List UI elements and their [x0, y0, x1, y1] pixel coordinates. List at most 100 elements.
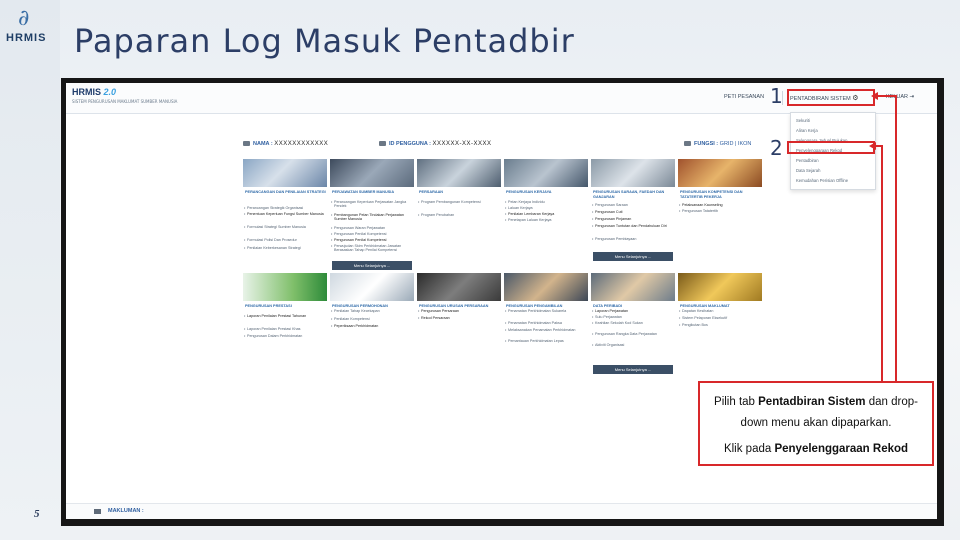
list-item[interactable]: Penamatan Perkhidmatan Paksa	[505, 321, 586, 326]
fungsi-ikon-link[interactable]: IKON	[738, 141, 751, 147]
dropdown-item-data-sejarah[interactable]: Data Sejarah	[796, 168, 820, 173]
list-item[interactable]: Pengurusan Pinjaman	[592, 217, 673, 222]
list-item[interactable]: Penamatan Perkhidmatan Sukarela	[505, 309, 586, 314]
tile-image	[417, 159, 501, 187]
list-item[interactable]: Program Pembangunan Kompetensi	[418, 200, 499, 205]
list-item[interactable]: Pengurusan Penilai Kompetensi	[331, 238, 412, 243]
tile-prestasi[interactable]: PENGURUSAN PRESTASI Laporan Penilaian Pr…	[243, 273, 327, 378]
left-strip	[0, 0, 60, 540]
list-item[interactable]: Pelaksanaan Kaunseling	[679, 203, 760, 208]
arrow-head-icon	[869, 142, 876, 150]
dropdown-item-pentadbiran[interactable]: Pentadbiran	[796, 158, 819, 163]
tile-kompetensi[interactable]: PENGURUSAN KOMPETENSI DAN TATATERTIB PEK…	[678, 159, 762, 269]
list-item[interactable]: Perancangan Strategik Organisasi	[244, 206, 325, 211]
dropdown-item-sekuriti[interactable]: Sekuriti	[796, 118, 810, 123]
tile-data-peribadi[interactable]: DATA PERIBADI Laporan Perjawatan Sulu Pe…	[591, 273, 675, 378]
makluman-bar: MAKLUMAN :	[66, 503, 937, 519]
tile-image	[504, 273, 588, 301]
tile-urusan-persaraan[interactable]: PENGURUSAN URUSAN PERSARAAN Pengurusan P…	[417, 273, 501, 378]
list-item[interactable]: Perwujudan Skim Perkhidmatan Jawatan Ber…	[331, 244, 412, 253]
tile-persaraan[interactable]: PERSARAAN Program Pembangunan Kompetensi…	[417, 159, 501, 269]
list-item[interactable]: Melaksanakan Penamatan Perkhidmatan	[505, 328, 586, 333]
app-brand-subtitle: SISTEM PENGURUSAN MAKLUMAT SUMBER MANUSI…	[72, 99, 178, 104]
step-1-label: 1	[770, 84, 783, 108]
list-item[interactable]: Pengurusan Persaraan	[418, 309, 499, 314]
id-card-icon	[379, 141, 386, 147]
message-icon	[94, 509, 101, 514]
tile-image	[243, 273, 327, 301]
list-item[interactable]: Perancangan Keperluan Perjawatan Jangka …	[331, 200, 412, 209]
list-item[interactable]: Laluan Kerjaya	[505, 206, 586, 211]
list-item[interactable]: Pemantauan Perkhidmatan Lepas	[505, 339, 586, 344]
makluman-label: MAKLUMAN :	[108, 508, 144, 514]
tile-permohonan[interactable]: PENGURUSAN PERMOHONAN Penilaian Tahap Ke…	[330, 273, 414, 378]
tile-maklumat[interactable]: PENGURUSAN MAKLUMAT Dapatan Kesihatan Si…	[678, 273, 762, 378]
hrmis-logo: ∂ HRMIS	[4, 4, 52, 48]
list-item[interactable]: Pengikutan Bos	[679, 323, 760, 328]
list-item[interactable]: Penentuan Keperluan Fungsi Sumber Manusi…	[244, 212, 325, 217]
info-fungsi: FUNGSI : GRID | IKON	[684, 141, 751, 147]
callout-line-3: Klik pada Penyelenggaraan Rekod	[723, 443, 909, 455]
highlight-penyelenggaraan-rekod	[787, 141, 875, 154]
list-item[interactable]: Pengurusan Tatatertib	[679, 209, 760, 214]
logo-swoosh-icon: ∂	[18, 6, 30, 31]
logo-text: HRMIS	[6, 32, 47, 44]
list-item[interactable]: Peperiksaan Perkhidmatan	[331, 324, 412, 329]
connector-line	[881, 145, 883, 383]
callout-line-2: down menu akan dipaparkan.	[740, 417, 892, 429]
menu-selanjutnya-button-3[interactable]: Menu Selanjutnya ...	[593, 365, 673, 374]
callout-line-1: Pilih tab Pentadbiran Sistem dan drop-	[714, 396, 918, 408]
menu-selanjutnya-button-2[interactable]: Menu Selanjutnya ...	[593, 252, 673, 261]
tile-perancangan[interactable]: PERANCANGAN DAN PENILAIAN STRATEGI Peran…	[243, 159, 327, 269]
tile-pengambilan[interactable]: PENGURUSAN PENGAMBILAN Penamatan Perkhid…	[504, 273, 588, 378]
app-brand[interactable]: HRMIS 2.0	[72, 87, 116, 97]
list-item[interactable]: Formulasi Polisi Dan Prosedur	[244, 238, 325, 243]
connector-line	[895, 95, 897, 383]
list-item[interactable]: Pengurusan Rangka Data Perjawatan	[592, 332, 673, 337]
tile-image	[591, 273, 675, 301]
list-item[interactable]: Rekod Persaraan	[418, 316, 499, 321]
list-item[interactable]: Penilaian Tahap Kecekapan	[331, 309, 412, 314]
list-item[interactable]: Pengurusan Tuntutan dan Pendahuluan Diri	[592, 224, 673, 229]
list-item[interactable]: Laporan Penilaian Prestasi Tahunan	[244, 314, 325, 319]
list-item[interactable]: Pengurusan Cuti	[592, 210, 673, 215]
list-item[interactable]: Laporan Perjawatan	[592, 309, 673, 314]
menu-selanjutnya-button[interactable]: Menu Selanjutnya ...	[332, 261, 412, 270]
list-item[interactable]: Pengurusan Dalam Perkhidmatan	[244, 334, 325, 339]
page-number: 5	[34, 508, 40, 520]
list-item[interactable]: Laporan Penilaian Prestasi Khas	[244, 327, 325, 332]
list-item[interactable]: Formulasi Strategi Sumber Manusia	[244, 225, 325, 230]
list-item[interactable]: Pembangunan Pelan Tindakan Perjawatan Su…	[331, 213, 412, 222]
list-item[interactable]: Pengurusan Penilai Kompetensi	[331, 232, 412, 237]
list-item[interactable]: Aktiviti Organisasi	[592, 343, 673, 348]
tile-image	[678, 159, 762, 187]
dropdown-item-aliran-kerja[interactable]: Aliran Kerja	[796, 128, 818, 133]
list-item[interactable]: Sulu Perjawatan	[592, 315, 673, 320]
list-item[interactable]: Pengurusan Saraan	[592, 203, 673, 208]
tile-image	[504, 159, 588, 187]
fungsi-grid-link[interactable]: GRID	[720, 141, 734, 147]
info-id-pengguna: ID PENGGUNA : XXXXXX-XX-XXXX	[379, 141, 492, 147]
list-item[interactable]: Program Perubahan	[418, 213, 499, 218]
arrow-head-icon	[871, 92, 878, 100]
tile-kerjaya[interactable]: PENGURUSAN KERJAYA Pelan Kerjaya Individ…	[504, 159, 588, 269]
tile-image	[330, 273, 414, 301]
list-item[interactable]: Penetapan Laluan Kerjaya	[505, 218, 586, 223]
list-item[interactable]: Pelan Kerjaya Individu	[505, 200, 586, 205]
tile-image	[243, 159, 327, 187]
tile-image	[330, 159, 414, 187]
tile-perjawatan[interactable]: PERJAWATAN SUMBER MANUSIA Perancangan Ke…	[330, 159, 414, 269]
slide-title: Paparan Log Masuk Pentadbir	[74, 22, 575, 60]
list-item[interactable]: Keahlian Sekolah Kod Sukan	[592, 321, 673, 326]
list-item[interactable]: Sistem Pelaporan Eksekutif	[679, 316, 760, 321]
list-item[interactable]: Pengurusan Pembiayaan	[592, 237, 673, 242]
tile-image	[678, 273, 762, 301]
list-item[interactable]: Penilaian Keberkesanan Strategi	[244, 246, 325, 251]
list-item[interactable]: Penilaian Lembaran Kerjaya	[505, 212, 586, 217]
list-item[interactable]: Penilaian Kompetensi	[331, 317, 412, 322]
list-item[interactable]: Pengurusan Waran Perjawatan	[331, 226, 412, 231]
tile-image	[591, 159, 675, 187]
list-item[interactable]: Dapatan Kesihatan	[679, 309, 760, 314]
peti-pesanan-link[interactable]: PETI PESANAN	[724, 94, 764, 100]
dropdown-item-offline[interactable]: Kemudahan Perisian Offline	[796, 178, 848, 183]
